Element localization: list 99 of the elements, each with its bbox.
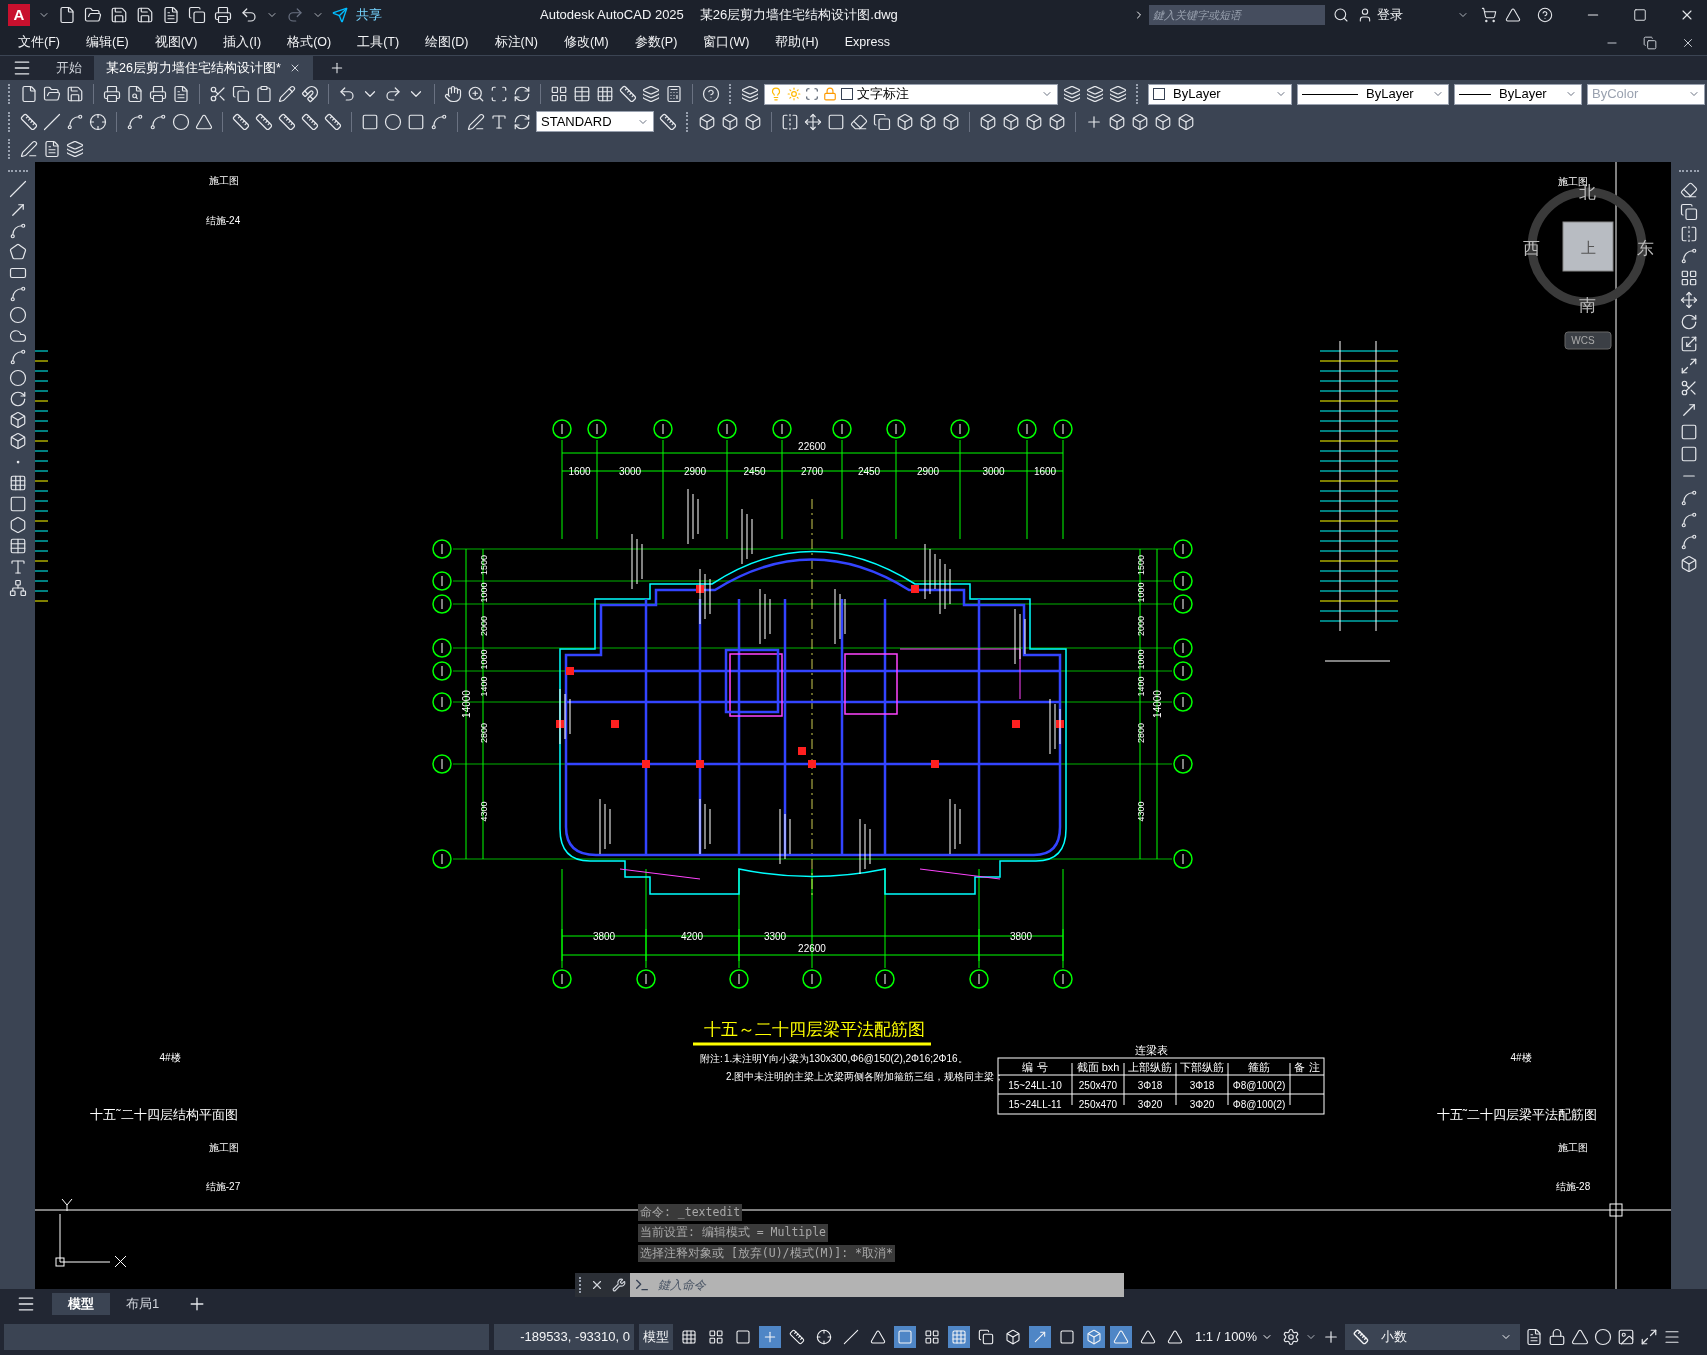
dimension-text: 1500 (479, 555, 489, 575)
layout-tab[interactable]: 布局1 (110, 1293, 176, 1315)
dimension-text: 1600 (568, 466, 591, 477)
table-header: 备 注 (1294, 1061, 1320, 1073)
table-header: 上部纵筋 (1128, 1061, 1172, 1073)
dimension-text: 3000 (982, 466, 1005, 477)
table-cell: 15~24LL-10 (1008, 1080, 1062, 1091)
app-logo[interactable]: A (8, 4, 30, 26)
sign-in-button[interactable]: 登录 (1377, 5, 1457, 25)
table-cell: 250x470 (1078, 1080, 1118, 1091)
table-cell: 3Φ20 (1189, 1099, 1215, 1110)
sheet-title: 十五˜二十四层结构平面图 (90, 1107, 238, 1122)
dimension-text: 1400 (1136, 676, 1146, 697)
sheet-title: 十五˜二十四层梁平法配筋图 (1436, 1107, 1598, 1122)
menu-item[interactable]: 绘图(D) (425, 33, 469, 52)
drawing-status-label: 施工图 (209, 175, 239, 186)
dimension-text: 2900 (916, 466, 940, 477)
command-input-field[interactable]: 鍵入命令 (654, 1272, 1124, 1297)
annotation-scale-dropdown[interactable]: 1:1 / 100% (1191, 1326, 1278, 1347)
window-title: Autodesk AutoCAD 2025 某26层剪力墙住宅结构设计图.dwg (540, 6, 898, 25)
menu-item[interactable]: 编辑(E) (85, 33, 129, 52)
note-text: 1.未注明Y向小梁为130x300,Φ6@150(2),2Φ16;2Φ16。 (724, 1053, 968, 1064)
table-title: 连梁表 (1134, 1044, 1168, 1056)
table-header: 下部纵筋 (1180, 1061, 1224, 1073)
dimension-text: 1000 (1136, 649, 1146, 670)
compass-west[interactable]: 西 (1522, 239, 1540, 258)
dimension-text: 14000 (461, 690, 472, 718)
dimension-style-dropdown[interactable]: STANDARD (536, 111, 654, 132)
dimension-text: 1000 (479, 582, 489, 603)
table-cell: 3Φ20 (1137, 1099, 1163, 1110)
lineweight-dropdown[interactable]: ByLayer (1454, 83, 1582, 105)
sheet-number: 结施-24 (205, 215, 241, 226)
building-label: 4#楼 (1510, 1052, 1532, 1063)
sheet-number: 结施-27 (205, 1181, 241, 1192)
dimension-text: 3800 (1009, 931, 1033, 942)
drawing-title: 十五～二十四层梁平法配筋图 (703, 1020, 925, 1039)
dimension-text: 4300 (1136, 801, 1146, 822)
wcs-button[interactable]: WCS (1564, 331, 1612, 350)
menu-item[interactable]: 修改(M) (563, 33, 609, 52)
layer-dropdown[interactable]: 文字标注 (764, 83, 1058, 105)
dimension-text: 2450 (743, 466, 766, 477)
table-header: 编 号 (1022, 1061, 1048, 1073)
menu-item[interactable]: 窗口(W) (703, 33, 750, 52)
menu-item[interactable]: 参数(P) (634, 33, 678, 52)
units-dropdown[interactable]: 小数 (1345, 1323, 1521, 1350)
color-dropdown[interactable]: ByLayer (1148, 83, 1292, 105)
layout-tab[interactable]: 模型 (52, 1293, 110, 1315)
menu-item[interactable]: 文件(F) (18, 33, 60, 52)
dimension-text: 2000 (479, 616, 489, 636)
coordinates-readout[interactable]: -189533, -93310, 0 (494, 1323, 634, 1350)
dimension-text: 1500 (1136, 555, 1146, 575)
menu-item[interactable]: Express (844, 33, 890, 52)
table-cell: 15~24LL-11 (1008, 1099, 1062, 1110)
menu-item[interactable]: 视图(V) (154, 33, 198, 52)
note-text: 2.图中未注明的主梁上次梁两侧各附加箍筋三组，规格同主梁； (726, 1071, 1005, 1082)
view-cube[interactable]: 上 (1562, 221, 1614, 272)
dimension-text: 1000 (1136, 582, 1146, 603)
compass-east[interactable]: 东 (1636, 239, 1654, 258)
dimension-text: 22600 (798, 441, 826, 452)
table-header: 截面 bxh (1076, 1061, 1120, 1073)
model-space-button[interactable]: 模型 (639, 1323, 673, 1350)
dimension-text: 4200 (680, 931, 704, 942)
dimension-text: 14000 (1152, 690, 1163, 718)
dimension-text: 3800 (592, 931, 616, 942)
menu-item[interactable]: 标注(N) (494, 33, 538, 52)
compass-south[interactable]: 南 (1578, 296, 1596, 315)
dimension-text: 3000 (618, 466, 642, 477)
menu-item[interactable]: 插入(I) (223, 33, 262, 52)
dimension-text: 1600 (1033, 466, 1057, 477)
menu-item[interactable]: 工具(T) (357, 33, 400, 52)
dimension-text: 2800 (1136, 723, 1146, 743)
dimension-text: 2800 (479, 723, 489, 743)
document-tab[interactable]: 开始 (44, 56, 94, 80)
dimension-text: 2700 (800, 466, 824, 477)
dimension-text: 4300 (479, 801, 489, 822)
dimension-text: 3300 (763, 931, 787, 942)
dimension-text: 2900 (683, 466, 707, 477)
menu-item[interactable]: 格式(O) (287, 33, 332, 52)
building-label: 4#楼 (159, 1052, 181, 1063)
dimension-text: 22600 (798, 943, 826, 954)
dimension-text: 1400 (479, 676, 489, 697)
table-cell: 3Φ18 (1189, 1080, 1215, 1091)
drawing-status-label: 施工图 (209, 1142, 239, 1153)
notes-label: 附注: (700, 1053, 723, 1064)
table-header: 箍筋 (1248, 1061, 1270, 1073)
document-tab[interactable]: 某26层剪力墙住宅结构设计图* (94, 56, 313, 80)
dimension-text: 2000 (1136, 616, 1146, 636)
drawing-status-label: 施工图 (1558, 1142, 1588, 1153)
share-button[interactable]: 共享 (356, 5, 382, 25)
search-field[interactable]: 鍵入关键字或短语 (1149, 5, 1325, 25)
table-cell: 3Φ18 (1137, 1080, 1163, 1091)
dimension-text: 1000 (479, 649, 489, 670)
menu-item[interactable]: 帮助(H) (775, 33, 819, 52)
linetype-dropdown[interactable]: ByLayer (1297, 83, 1449, 105)
table-cell: 250x470 (1078, 1099, 1118, 1110)
table-cell: Φ8@100(2) (1232, 1099, 1286, 1110)
table-cell: Φ8@100(2) (1232, 1080, 1286, 1091)
dimension-text: 2450 (857, 466, 881, 477)
sheet-number: 结施-28 (1555, 1181, 1591, 1192)
